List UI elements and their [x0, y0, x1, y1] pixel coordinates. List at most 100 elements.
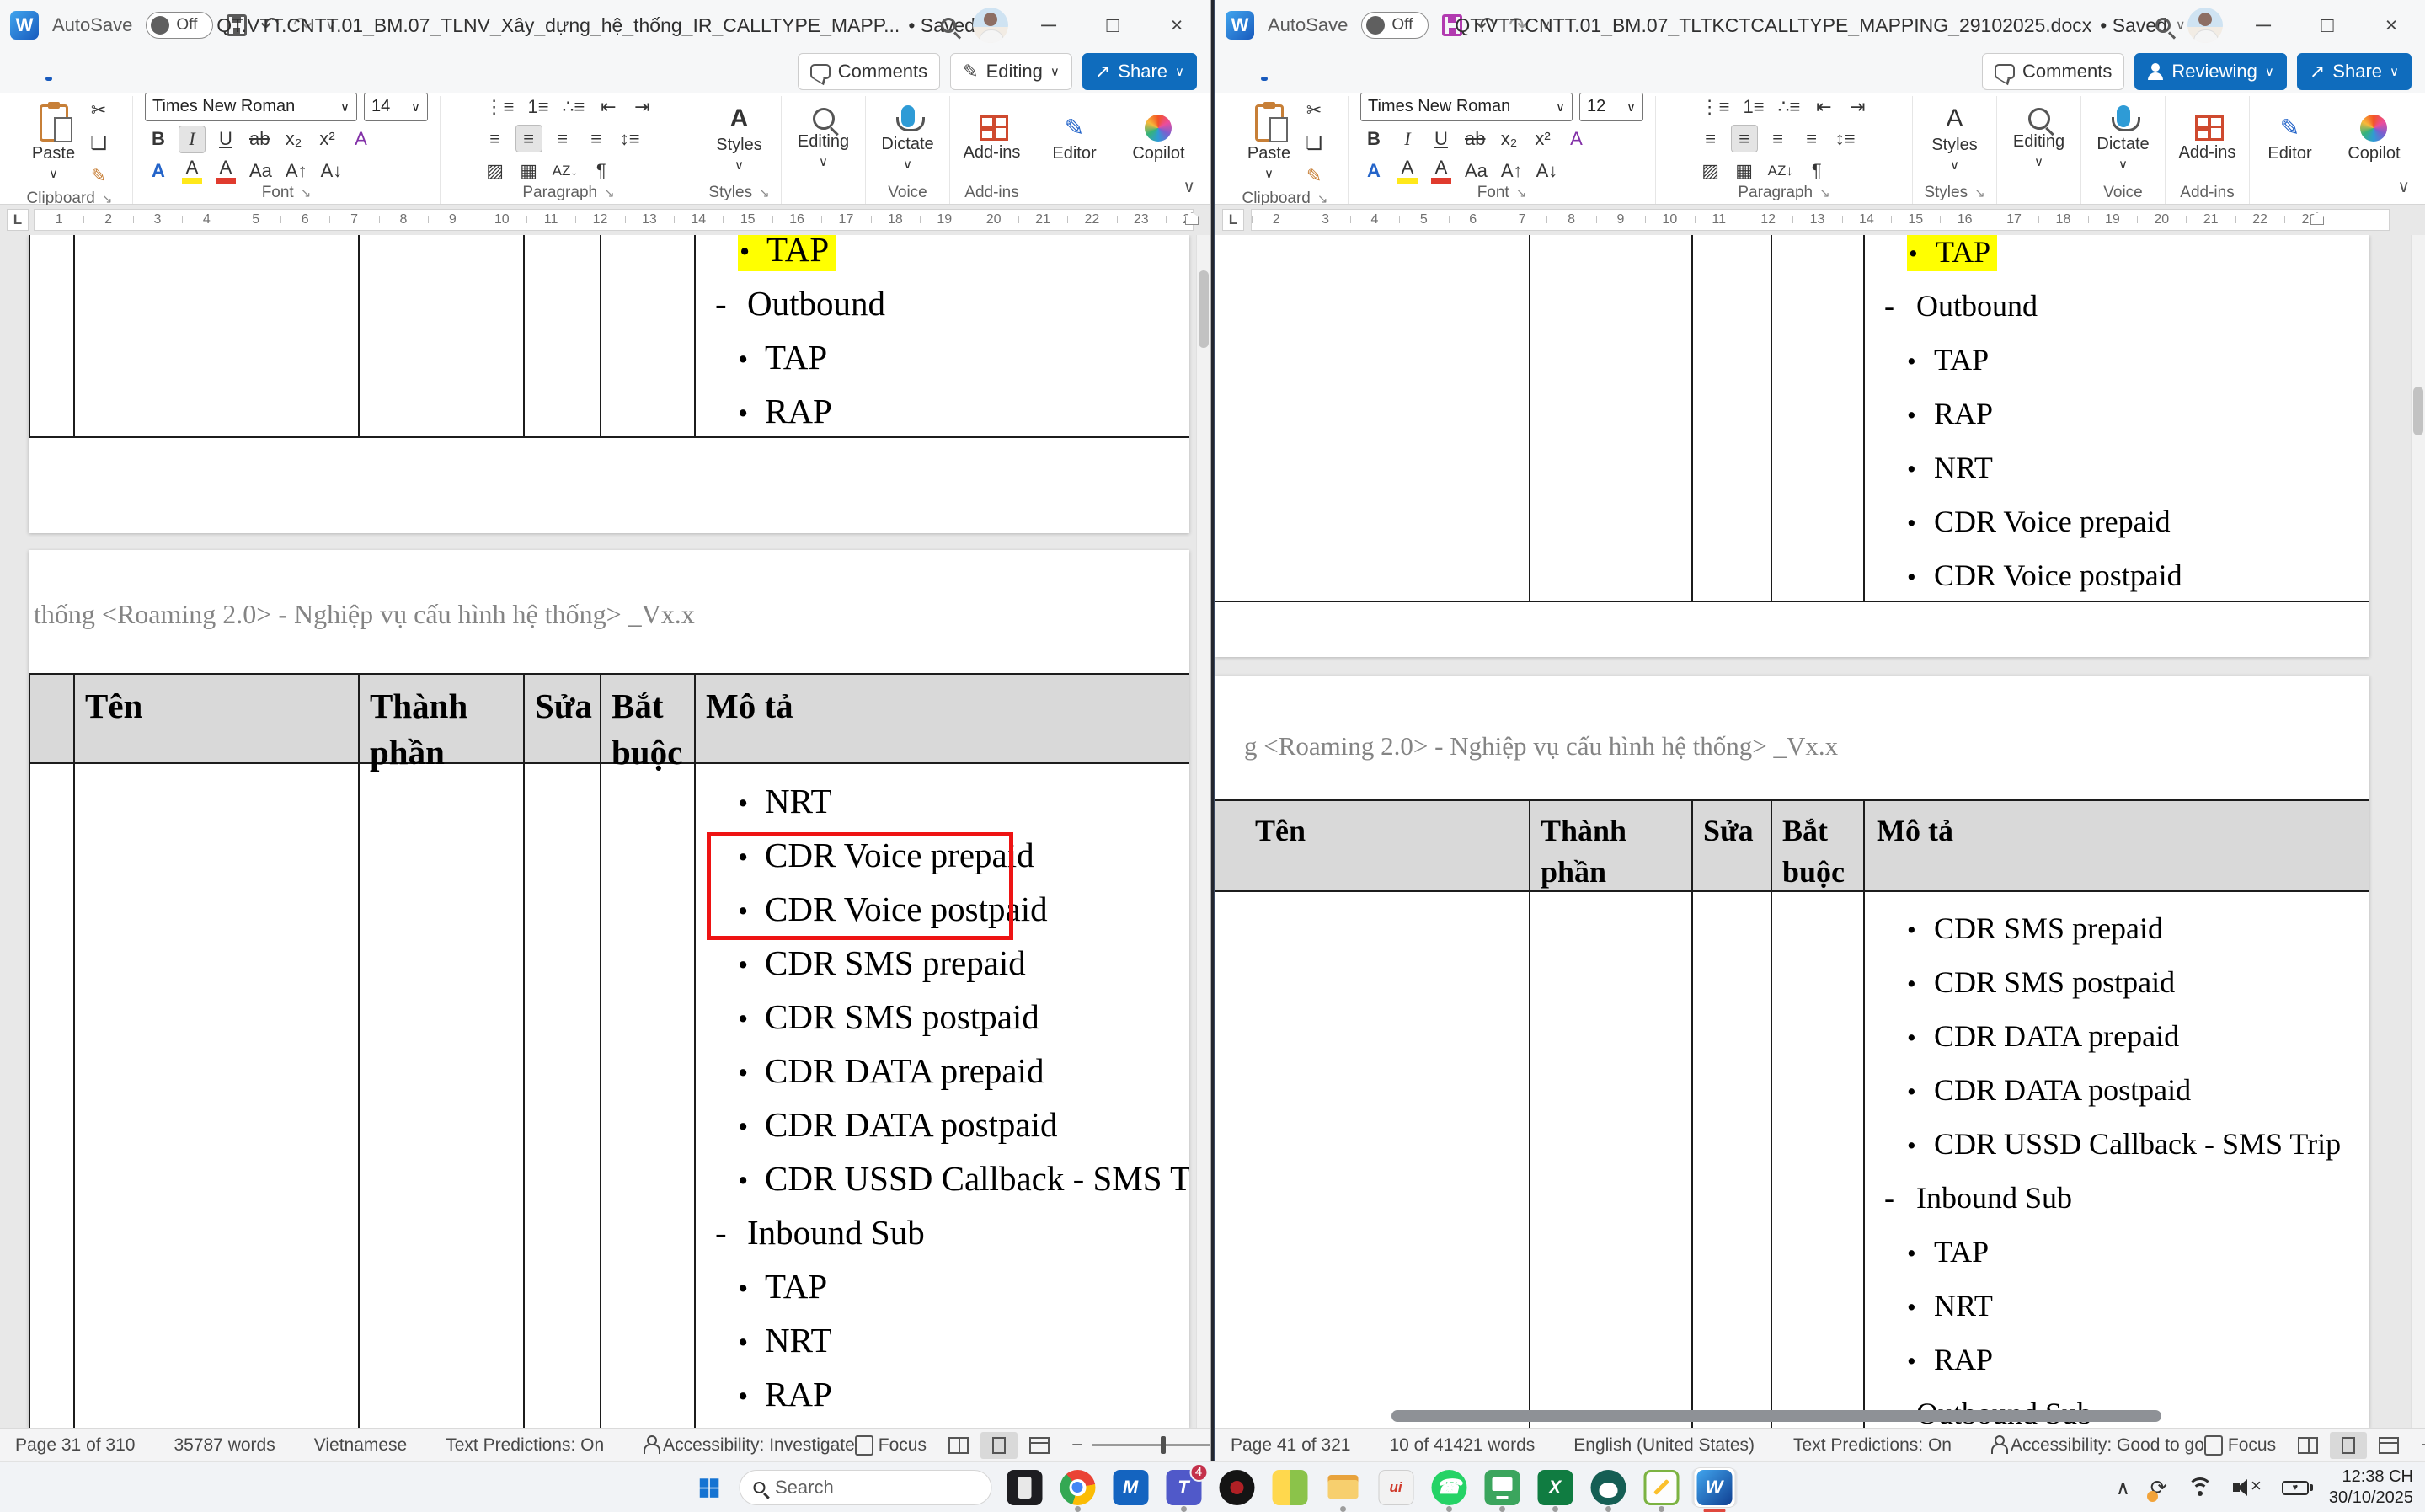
- language-indicator[interactable]: Vietnamese: [314, 1435, 408, 1456]
- dialog-launcher-icon[interactable]: ↘: [604, 185, 615, 200]
- whatsapp-icon[interactable]: ☎: [1428, 1467, 1470, 1508]
- cut-button[interactable]: ✂: [1301, 96, 1327, 124]
- numbered-list-button[interactable]: 1≡: [1739, 93, 1767, 120]
- web-layout-button[interactable]: [2370, 1432, 2407, 1459]
- subscript-button[interactable]: x₂: [280, 126, 307, 153]
- highlight-color-button[interactable]: A: [1394, 158, 1421, 185]
- maximize-button[interactable]: □: [2304, 7, 2351, 44]
- decrease-indent-button[interactable]: ⇤: [595, 93, 622, 120]
- print-layout-button[interactable]: [980, 1432, 1018, 1459]
- underline-button[interactable]: U: [212, 126, 239, 153]
- ribbon-tab[interactable]: [77, 68, 81, 75]
- horizontal-ruler[interactable]: 234567891011121314151617181920212223: [1251, 209, 2390, 231]
- dialog-launcher-icon[interactable]: ↘: [1974, 185, 1985, 200]
- styles-button[interactable]: AStyles∨: [711, 99, 766, 179]
- search-icon[interactable]: [941, 18, 956, 33]
- ribbon-tab[interactable]: [138, 68, 142, 75]
- ribbon-tab[interactable]: [1263, 68, 1266, 75]
- excel-icon[interactable]: X: [1534, 1467, 1576, 1508]
- word-icon[interactable]: W: [1693, 1467, 1735, 1508]
- strikethrough-button[interactable]: ab: [246, 126, 273, 153]
- borders-button[interactable]: ▦: [515, 157, 542, 184]
- avatar[interactable]: [973, 8, 1008, 43]
- phone-link-icon[interactable]: [1003, 1467, 1045, 1508]
- close-button[interactable]: ×: [2368, 7, 2415, 44]
- unikey-icon[interactable]: ui: [1375, 1467, 1417, 1508]
- tray-chevron-up-icon[interactable]: ∧: [2116, 1477, 2130, 1499]
- ribbon-tab[interactable]: [1475, 68, 1478, 75]
- close-button[interactable]: ×: [1153, 7, 1200, 44]
- title-chevron-icon[interactable]: ∨: [2176, 17, 2186, 34]
- strikethrough-button[interactable]: ab: [1461, 126, 1488, 153]
- clock[interactable]: 12:38 CH 30/10/2025: [2329, 1467, 2413, 1509]
- underline-button[interactable]: U: [1428, 126, 1455, 153]
- align-left-button[interactable]: ≡: [1697, 125, 1724, 152]
- bold-button[interactable]: B: [1360, 126, 1387, 153]
- dialog-launcher-icon[interactable]: ↘: [1819, 185, 1830, 200]
- minimize-button[interactable]: ─: [1025, 7, 1072, 44]
- page-indicator[interactable]: Page 41 of 321: [1231, 1435, 1350, 1456]
- avatar[interactable]: [2187, 8, 2223, 43]
- file-explorer-icon[interactable]: [1322, 1467, 1364, 1508]
- shading-button[interactable]: ▨: [482, 157, 509, 184]
- scrollbar-thumb[interactable]: [1199, 270, 1209, 348]
- align-center-button[interactable]: ≡: [1731, 125, 1758, 152]
- zoom-slider[interactable]: [1092, 1444, 1210, 1446]
- ribbon-tab[interactable]: [1323, 68, 1327, 75]
- sort-button[interactable]: AZ↓: [1765, 157, 1797, 184]
- zoom-slider-knob[interactable]: [1161, 1436, 1166, 1454]
- teams-icon[interactable]: T4: [1162, 1467, 1204, 1508]
- collapse-ribbon-icon[interactable]: ∨: [2397, 176, 2410, 197]
- increase-indent-button[interactable]: ⇥: [1844, 93, 1871, 120]
- onedrive-sync-icon[interactable]: ⟳: [2150, 1476, 2167, 1500]
- copy-button[interactable]: ❏: [85, 129, 112, 157]
- dialog-launcher-icon[interactable]: ↘: [759, 185, 770, 200]
- collapse-ribbon-icon[interactable]: ∨: [1183, 176, 1195, 197]
- font-size-select[interactable]: 14∨: [364, 93, 428, 121]
- grow-font-button[interactable]: A↑: [282, 158, 311, 185]
- maximize-button[interactable]: □: [1089, 7, 1136, 44]
- ribbon-tab[interactable]: [17, 68, 20, 75]
- m-app-icon[interactable]: M: [1109, 1467, 1151, 1508]
- font-name-select[interactable]: Times New Roman∨: [1360, 93, 1573, 121]
- numbered-list-button[interactable]: 1≡: [524, 93, 552, 120]
- pilcrow-button[interactable]: ¶: [588, 157, 615, 184]
- ribbon-tab[interactable]: [1505, 68, 1509, 75]
- accessibility-status[interactable]: Accessibility: Investigate: [643, 1435, 855, 1456]
- shrink-font-button[interactable]: A↓: [318, 158, 346, 185]
- text-predictions[interactable]: Text Predictions: On: [446, 1435, 604, 1456]
- add-ins-button[interactable]: Add-ins: [959, 99, 1026, 179]
- multilevel-list-button[interactable]: ∴≡: [1775, 93, 1804, 120]
- notepadpp-icon[interactable]: [1640, 1467, 1682, 1508]
- add-ins-button[interactable]: Add-ins: [2174, 99, 2241, 179]
- line-spacing-button[interactable]: ↕≡: [617, 125, 644, 152]
- align-right-button[interactable]: ≡: [549, 125, 576, 152]
- ribbon-tab[interactable]: [290, 68, 293, 75]
- sort-button[interactable]: AZ↓: [549, 157, 581, 184]
- format-painter-button[interactable]: ✎: [85, 162, 112, 190]
- cut-button[interactable]: ✂: [85, 96, 112, 124]
- font-color-button[interactable]: A: [212, 158, 239, 185]
- grow-font-button[interactable]: A↑: [1498, 158, 1526, 185]
- align-right-button[interactable]: ≡: [1765, 125, 1792, 152]
- share-button[interactable]: ↗Share∨: [2297, 53, 2412, 90]
- paste-button[interactable]: Paste ∨: [1242, 103, 1295, 184]
- vertical-scrollbar[interactable]: [2411, 235, 2425, 1428]
- print-layout-button[interactable]: [2330, 1432, 2367, 1459]
- start-button[interactable]: [690, 1469, 727, 1506]
- word-count[interactable]: 35787 words: [174, 1435, 275, 1456]
- tab-selector[interactable]: L: [1222, 209, 1244, 231]
- ribbon-tab[interactable]: [1293, 68, 1296, 75]
- change-case-button[interactable]: Aa: [1461, 158, 1491, 185]
- align-left-button[interactable]: ≡: [482, 125, 509, 152]
- editor-button[interactable]: ✎Editor: [2262, 99, 2316, 179]
- horizontal-ruler[interactable]: 123456789101112131415161718192021222324: [34, 209, 1194, 231]
- bullet-list-button[interactable]: ⋮≡: [482, 93, 518, 120]
- bullet-list-button[interactable]: ⋮≡: [1697, 93, 1733, 120]
- sticky-notes-icon[interactable]: [1269, 1467, 1311, 1508]
- ribbon-tab[interactable]: [108, 68, 111, 75]
- ribbon-tab[interactable]: [259, 68, 263, 75]
- align-center-button[interactable]: ≡: [515, 125, 542, 152]
- record-icon[interactable]: [1215, 1467, 1258, 1508]
- page-indicator[interactable]: Page 31 of 310: [15, 1435, 135, 1456]
